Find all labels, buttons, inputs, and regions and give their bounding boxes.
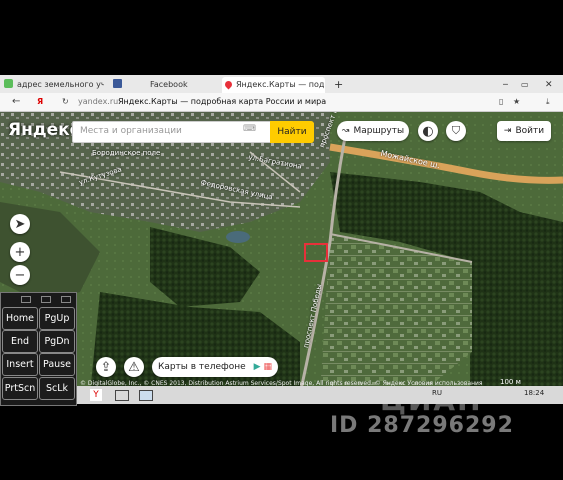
route-icon: ↝ [341,126,350,136]
tab-label: Яндекс.Карты — подробная [236,80,325,89]
keyboard-icon[interactable]: ⌨ [243,124,256,134]
login-button[interactable]: ⇥ Войти [497,121,551,141]
tab-address[interactable]: адрес земельного участка [4,77,104,93]
warning-icon[interactable]: ⚠ [124,357,144,377]
download-icon[interactable]: ⤓ [546,96,550,108]
language-indicator[interactable]: RU [432,389,442,397]
url-domain[interactable]: yandex.ru [78,96,118,108]
minimize-icon[interactable]: ─ [503,77,508,93]
locate-icon[interactable]: ➤ [10,214,30,234]
zoom-in-button[interactable]: + [10,242,30,262]
map-pin-icon [223,79,234,90]
on-screen-keyboard: Home PgUp End PgDn Insert Pause PrtScn S… [0,292,77,406]
yandex-logo-icon[interactable]: Я [37,96,43,108]
kbd-close-icon[interactable] [61,296,71,303]
routes-label: Маршруты [353,126,405,136]
listing-id: ID 287296292 [330,413,514,438]
plot-marker[interactable] [304,243,328,262]
key-end[interactable]: End [2,330,38,353]
tab-yandex-maps[interactable]: Яндекс.Карты — подробная [222,77,325,93]
key-sclk[interactable]: ScLk [39,377,75,400]
tab-facebook[interactable]: Facebook [113,77,213,93]
clock[interactable]: 18:24 [524,389,544,397]
browser-address-bar: ← Я ↻ yandex.ru Яндекс.Карты — подробная… [0,93,563,112]
bookmark-star-icon[interactable]: ★ [513,96,520,108]
maps-on-phone-label: Карты в телефоне [157,362,246,372]
new-tab-button[interactable]: + [334,77,343,93]
map-label-borodinskoe: Бородинское поле [92,149,161,157]
tab-label: адрес земельного участка [17,80,104,89]
search-placeholder: Места и организации [80,126,182,136]
facebook-icon [113,79,122,88]
kbd-restore-icon[interactable] [41,296,51,303]
satellite-imagery [0,112,563,394]
restore-icon[interactable]: ▭ [521,77,529,93]
login-label: Войти [515,126,545,136]
key-pgdn[interactable]: PgDn [39,330,75,353]
key-insert[interactable]: Insert [2,353,38,376]
find-button[interactable]: Найти [270,121,314,143]
login-icon: ⇥ [503,126,512,136]
kbd-minimize-icon[interactable] [21,296,31,303]
yandex-logo[interactable]: Яндекс [8,120,80,140]
map-view[interactable]: Бородинское поле ул.Кутузова ул.Багратио… [0,112,563,394]
key-prtscn[interactable]: PrtScn [2,377,38,400]
page-title[interactable]: Яндекс.Карты — подробная карта России и … [118,96,326,108]
share-icon[interactable]: ⇪ [96,357,116,377]
reader-mode-icon[interactable]: ▯ [499,96,503,108]
app-icon[interactable] [139,390,153,401]
close-window-icon[interactable]: ✕ [545,77,553,93]
windows-icon: ▦ [263,362,273,372]
key-home[interactable]: Home [2,307,38,330]
window-icon[interactable] [115,390,129,401]
windows-taskbar: Y RU 18:24 [75,386,563,404]
tab-label: Facebook [150,80,188,89]
browser-tab-strip: адрес земельного участка Facebook Яндекс… [0,75,563,93]
reload-icon[interactable]: ↻ [62,96,69,108]
bookmark-icon[interactable]: ⛉ [446,121,466,141]
key-pgup[interactable]: PgUp [39,307,75,330]
maps-on-phone-button[interactable]: Карты в телефоне ▶ ▦ [152,357,278,377]
key-pause[interactable]: Pause [39,353,75,376]
layers-icon[interactable]: ◐ [418,121,438,141]
zoom-out-button[interactable]: − [10,265,30,285]
search-input[interactable]: Места и организации ⌨ [72,121,274,143]
play-store-icon: ▶ [253,362,261,372]
back-arrow-icon[interactable]: ← [12,96,20,108]
map-favicon-icon [4,79,13,88]
map-scale: 100 м [500,378,521,386]
routes-button[interactable]: ↝ Маршруты [337,121,409,141]
yandex-browser-icon[interactable]: Y [90,389,102,401]
